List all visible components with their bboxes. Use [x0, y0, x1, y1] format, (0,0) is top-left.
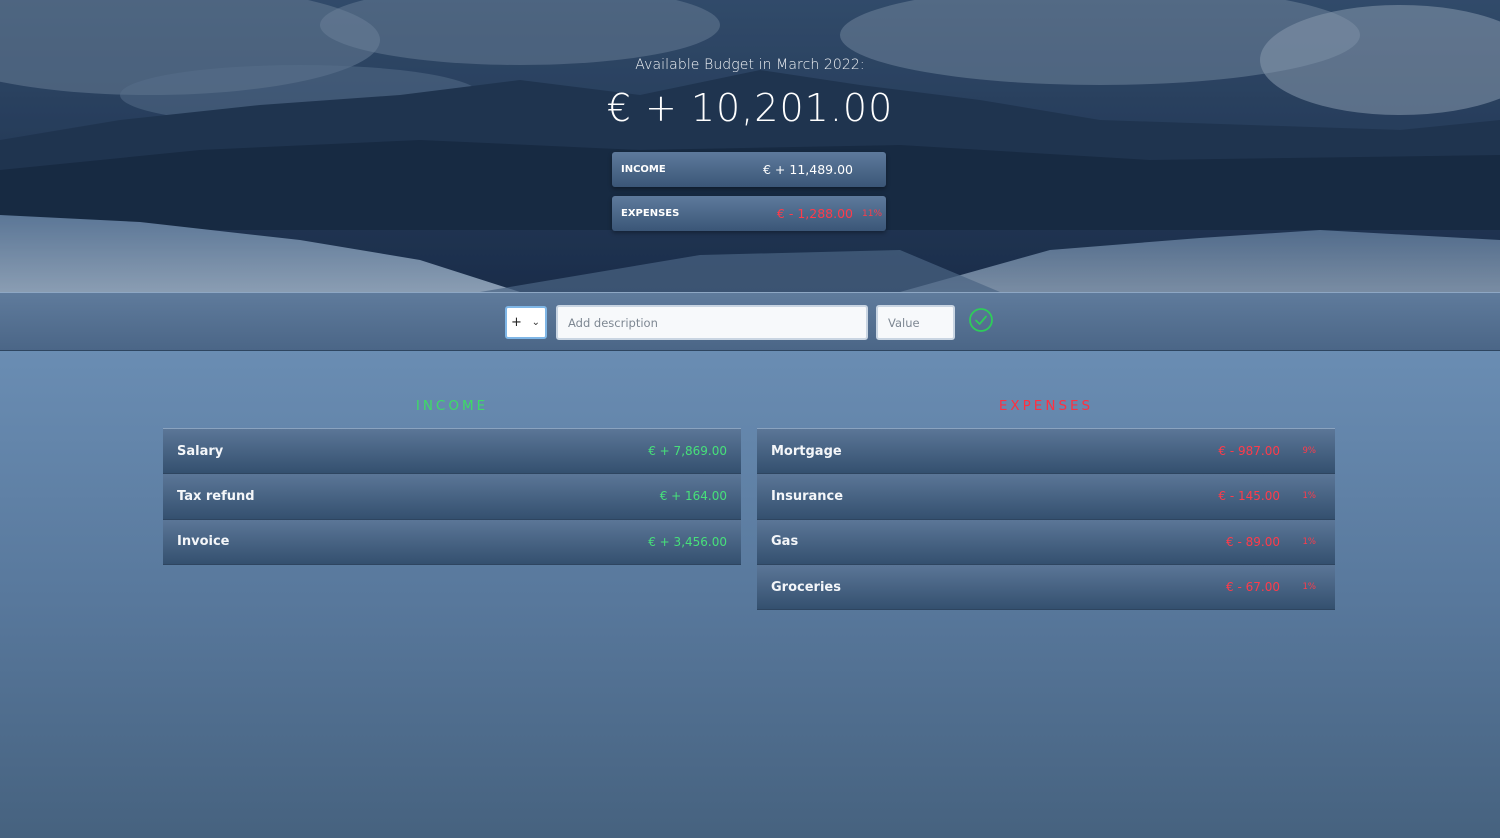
expense-item-name: Insurance — [771, 488, 844, 504]
income-summary-label: INCOME — [621, 164, 666, 175]
income-summary-value: € + 11,489.00 — [763, 162, 853, 177]
check-circle-icon[interactable] — [968, 307, 994, 333]
expense-item-name: Mortgage — [771, 443, 842, 459]
income-row-invoice[interactable]: Invoice € + 3,456.00 — [163, 519, 741, 565]
type-select[interactable]: + ⌄ — [505, 306, 547, 339]
expense-item-amount: € - 89.00 — [1226, 534, 1280, 549]
add-item-bar: + ⌄ Add description Value — [0, 292, 1500, 351]
income-item-name: Tax refund — [177, 488, 255, 504]
expense-item-name: Gas — [771, 534, 799, 550]
expenses-summary: EXPENSES € - 1,288.00 11% — [612, 196, 886, 231]
income-item-amount: € + 7,869.00 — [648, 444, 727, 459]
expense-item-amount: € - 987.00 — [1218, 444, 1280, 459]
expenses-list-heading: EXPENSES — [998, 398, 1094, 414]
expenses-summary-percent: 11% — [862, 208, 883, 219]
expense-row-mortgage[interactable]: Mortgage € - 987.00 9% — [757, 429, 1335, 475]
expense-row-gas[interactable]: Gas € - 89.00 1% — [757, 519, 1335, 565]
budget-title: Available Budget in March 2022: — [635, 57, 865, 73]
expense-row-insurance[interactable]: Insurance € - 145.00 1% — [757, 474, 1335, 520]
available-budget-value: € + 10,201.00 — [606, 86, 894, 130]
expense-item-percent: 1% — [1302, 491, 1317, 502]
income-list-heading: INCOME — [415, 398, 489, 414]
expense-item-percent: 1% — [1302, 581, 1317, 592]
expense-item-name: Groceries — [771, 579, 841, 595]
chevron-down-icon: ⌄ — [531, 317, 540, 328]
income-item-name: Invoice — [177, 534, 230, 550]
expenses-summary-label: EXPENSES — [621, 208, 680, 219]
expenses-list: Mortgage € - 987.00 9% Insurance € - 145… — [757, 428, 1335, 611]
type-select-value: + — [511, 315, 522, 330]
expense-item-percent: 9% — [1302, 446, 1317, 456]
income-item-name: Salary — [177, 443, 224, 459]
income-item-amount: € + 3,456.00 — [648, 534, 727, 549]
expense-item-amount: € - 67.00 — [1226, 580, 1280, 595]
income-item-amount: € + 164.00 — [659, 489, 727, 504]
budget-header: Available Budget in March 2022: € + 10,2… — [0, 0, 1500, 292]
expense-row-groceries[interactable]: Groceries € - 67.00 1% — [757, 564, 1335, 611]
income-row-tax-refund[interactable]: Tax refund € + 164.00 — [163, 474, 741, 520]
expense-item-amount: € - 145.00 — [1218, 489, 1280, 504]
income-summary: INCOME € + 11,489.00 — [612, 152, 886, 187]
description-input[interactable]: Add description — [556, 305, 868, 340]
value-input[interactable]: Value — [876, 305, 955, 340]
expense-item-percent: 1% — [1302, 536, 1317, 547]
income-row-salary[interactable]: Salary € + 7,869.00 — [163, 429, 741, 475]
income-list: Salary € + 7,869.00 Tax refund € + 164.0… — [163, 428, 741, 565]
expenses-summary-value: € - 1,288.00 — [776, 206, 853, 221]
